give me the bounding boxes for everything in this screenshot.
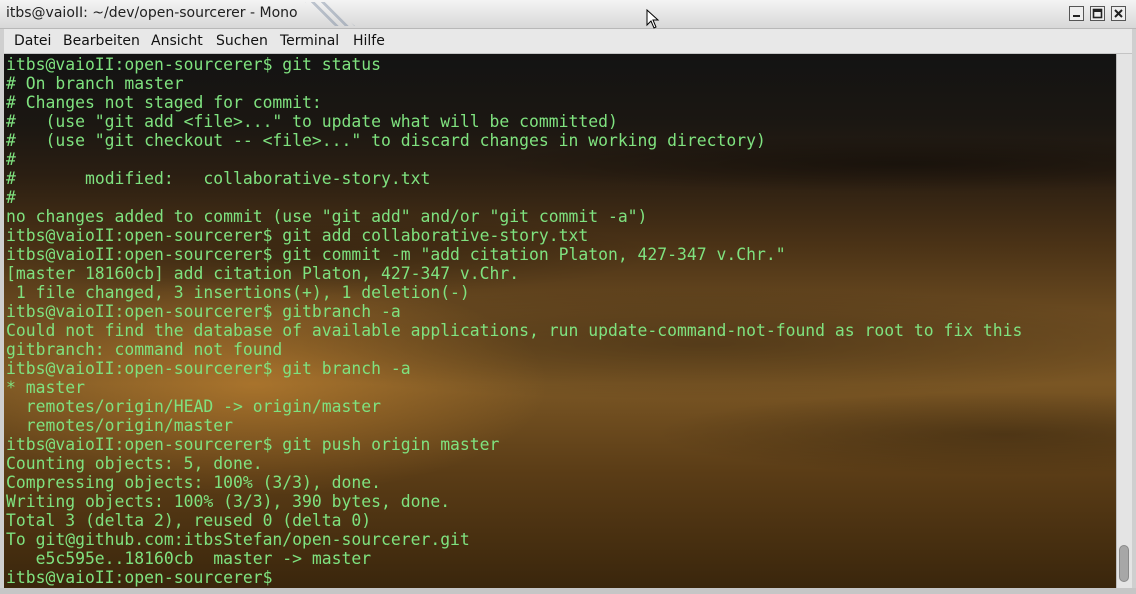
terminal-line: * master <box>6 378 85 397</box>
titlebar-decoration <box>305 2 355 26</box>
menu-terminal[interactable]: Terminal <box>280 33 339 49</box>
terminal-line: # On branch master <box>6 74 184 93</box>
terminal-line: itbs@vaioII:open-sourcerer$ gitbranch -a <box>6 302 401 321</box>
terminal-line: # <box>6 188 16 207</box>
scrollbar[interactable] <box>1116 54 1132 588</box>
window-title: itbs@vaioII: ~/dev/open-sourcerer - Mono <box>6 5 298 21</box>
terminal-output: itbs@vaioII:open-sourcerer$ git status # … <box>6 55 1022 587</box>
terminal-line: itbs@vaioII:open-sourcerer$ git add coll… <box>6 226 589 245</box>
mouse-pointer-icon <box>646 9 660 29</box>
terminal-line: # (use "git checkout -- <file>..." to di… <box>6 131 766 150</box>
terminal-line: Counting objects: 5, done. <box>6 454 263 473</box>
terminal-line: itbs@vaioII:open-sourcerer$ <box>6 568 283 587</box>
terminal-line: Total 3 (delta 2), reused 0 (delta 0) <box>6 511 372 530</box>
terminal-line: itbs@vaioII:open-sourcerer$ git branch -… <box>6 359 411 378</box>
terminal-line: gitbranch: command not found <box>6 340 283 359</box>
terminal-line: # <box>6 150 16 169</box>
terminal-line: itbs@vaioII:open-sourcerer$ git push ori… <box>6 435 500 454</box>
window-bottom-edge <box>0 588 1136 594</box>
terminal-line: Writing objects: 100% (3/3), 390 bytes, … <box>6 492 451 511</box>
terminal-line: Compressing objects: 100% (3/3), done. <box>6 473 381 492</box>
terminal-line: Could not find the database of available… <box>6 321 1023 340</box>
terminal-line: # Changes not staged for commit: <box>6 93 322 112</box>
menu-bearbeiten[interactable]: Bearbeiten <box>63 33 140 49</box>
terminal-line: remotes/origin/master <box>6 416 233 435</box>
terminal-line: # modified: collaborative-story.txt <box>6 169 431 188</box>
terminal-line: 1 file changed, 3 insertions(+), 1 delet… <box>6 283 470 302</box>
terminal-line: remotes/origin/HEAD -> origin/master <box>6 397 381 416</box>
terminal-line: no changes added to commit (use "git add… <box>6 207 648 226</box>
terminal-line: itbs@vaioII:open-sourcerer$ git status <box>6 55 381 74</box>
terminal-area[interactable]: itbs@vaioII:open-sourcerer$ git status # … <box>4 54 1116 588</box>
menu-hilfe[interactable]: Hilfe <box>353 33 385 49</box>
terminal-line: e5c595e..18160cb master -> master <box>6 549 372 568</box>
menu-suchen[interactable]: Suchen <box>216 33 268 49</box>
window-titlebar[interactable]: itbs@vaioII: ~/dev/open-sourcerer - Mono <box>0 0 1136 29</box>
terminal-line: To git@github.com:itbsStefan/open-source… <box>6 530 470 549</box>
terminal-line: # (use "git add <file>..." to update wha… <box>6 112 618 131</box>
close-icon[interactable] <box>1111 6 1126 21</box>
terminal-line: [master 18160cb] add citation Platon, 42… <box>6 264 520 283</box>
terminal-line: itbs@vaioII:open-sourcerer$ git commit -… <box>6 245 786 264</box>
menu-datei[interactable]: Datei <box>14 33 51 49</box>
scrollbar-thumb[interactable] <box>1119 545 1129 582</box>
menu-bar: Datei Bearbeiten Ansicht Suchen Terminal… <box>4 29 1132 54</box>
minimize-icon[interactable] <box>1069 6 1084 21</box>
maximize-icon[interactable] <box>1090 6 1105 21</box>
menu-ansicht[interactable]: Ansicht <box>151 33 203 49</box>
